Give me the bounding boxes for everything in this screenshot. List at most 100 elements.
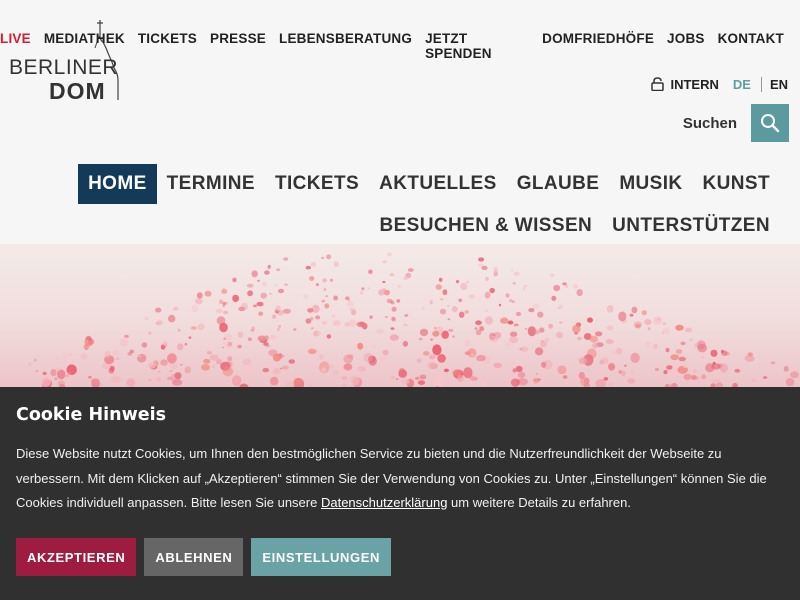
hero-petal: [305, 318, 312, 324]
hero-petal: [69, 353, 73, 356]
hero-petal: [349, 319, 357, 328]
mainnav-glaube[interactable]: GLAUBE: [507, 164, 610, 204]
mainnav-unterstuetzen[interactable]: UNTERSTÜTZEN: [602, 206, 780, 246]
hero-petal: [419, 374, 427, 380]
search-label[interactable]: Suchen: [683, 115, 737, 132]
hero-petal: [458, 311, 465, 318]
hero-petal: [190, 326, 197, 330]
hero-petal: [384, 316, 388, 318]
hero-petal: [169, 369, 173, 372]
hero-petal: [592, 343, 599, 349]
hero-petal: [382, 288, 386, 292]
hero-petal: [528, 308, 535, 313]
cookie-settings-button[interactable]: EINSTELLUNGEN: [251, 538, 391, 576]
hero-petal: [505, 293, 510, 298]
topnav-domfriedhoefe[interactable]: DOMFRIEDHÖFE: [542, 31, 654, 61]
hero-petal: [227, 341, 233, 347]
mainnav-termine[interactable]: TERMINE: [157, 164, 265, 204]
hero-petal: [346, 302, 354, 307]
hero-petal: [515, 365, 523, 373]
hero-petal: [167, 376, 173, 381]
hero-petal: [705, 363, 715, 373]
hero-petal: [156, 319, 164, 326]
mainnav-aktuelles[interactable]: AKTUELLES: [369, 164, 507, 204]
mainnav-kunst[interactable]: KUNST: [693, 164, 780, 204]
hero-petal: [359, 290, 364, 295]
hero-petal: [264, 270, 270, 275]
topnav-tickets[interactable]: TICKETS: [138, 31, 197, 61]
hero-petal: [621, 370, 626, 377]
hero-petal: [174, 372, 182, 380]
hero-petal: [439, 308, 447, 315]
hero-petal: [307, 308, 314, 313]
hero-petal: [635, 380, 642, 385]
mainnav-home[interactable]: HOME: [78, 164, 157, 204]
hero-petal: [519, 346, 529, 352]
hero-petal: [391, 316, 396, 321]
hero-petal: [111, 349, 120, 357]
hero-petal: [66, 364, 77, 375]
hero-petal: [460, 282, 468, 291]
topnav-jetzt-spenden[interactable]: JETZT SPENDEN: [425, 31, 529, 61]
hero-petal: [321, 367, 327, 373]
hero-petal: [156, 377, 162, 383]
hero-petal: [307, 348, 317, 355]
topnav-kontakt[interactable]: KONTAKT: [718, 31, 784, 61]
hero-petal: [675, 349, 683, 354]
hero-petal: [232, 294, 240, 303]
hero-petal: [484, 291, 491, 299]
hero-petal: [222, 366, 234, 377]
hero-petal: [432, 330, 440, 337]
hero-petal: [680, 341, 686, 346]
hero-petal: [361, 287, 365, 291]
hero-petal: [403, 276, 408, 281]
mainnav-musik[interactable]: MUSIK: [609, 164, 692, 204]
hero-petal: [231, 375, 242, 387]
hero-petal: [357, 342, 364, 350]
hero-petal: [160, 359, 168, 366]
hero-petal: [541, 361, 547, 368]
accept-cookies-button[interactable]: AKZEPTIEREN: [16, 538, 137, 576]
topnav-lebensberatung[interactable]: LEBENSBERATUNG: [279, 31, 412, 61]
topnav-mediathek[interactable]: MEDIATHEK: [44, 31, 125, 61]
hero-petal: [219, 299, 224, 304]
search-button[interactable]: [751, 104, 789, 142]
decline-cookies-button[interactable]: ABLEHNEN: [144, 538, 244, 576]
hero-petal: [322, 278, 327, 283]
hero-petal: [356, 321, 365, 328]
hero-petal: [310, 261, 317, 267]
hero-petal: [785, 378, 795, 387]
hero-petal: [269, 334, 277, 340]
hero-petal: [239, 372, 249, 378]
hero-petal: [88, 338, 95, 345]
topnav-live[interactable]: LIVE: [0, 31, 31, 61]
topnav-presse[interactable]: PRESSE: [210, 31, 266, 61]
privacy-policy-link[interactable]: Datenschutzerklärung: [321, 495, 447, 510]
hero-petal: [274, 284, 278, 287]
topnav-jobs[interactable]: JOBS: [667, 31, 705, 61]
hero-petal: [489, 335, 499, 343]
hero-petal: [577, 336, 582, 341]
language-en[interactable]: EN: [762, 77, 788, 92]
hero-petal: [272, 353, 281, 362]
hero-petal: [188, 336, 192, 339]
hero-petal: [403, 323, 408, 327]
language-de[interactable]: DE: [733, 76, 762, 92]
mainnav-besuchen-wissen[interactable]: BESUCHEN & WISSEN: [369, 206, 602, 246]
hero-petal: [316, 332, 322, 336]
hero-petal: [452, 335, 455, 338]
mainnav-tickets[interactable]: TICKETS: [265, 164, 369, 204]
hero-petal: [553, 284, 561, 292]
hero-petal: [490, 337, 494, 340]
hero-petal: [578, 371, 585, 380]
hero-petal: [697, 343, 707, 353]
search-area: Suchen: [683, 104, 789, 142]
hero-petal: [669, 369, 679, 378]
intern-link[interactable]: INTERN: [651, 77, 719, 92]
hero-petal: [221, 289, 228, 294]
hero-petal: [734, 368, 741, 373]
logo-text-dom: DOM: [49, 78, 106, 104]
hero-petal: [689, 338, 693, 342]
hero-petal: [126, 378, 136, 388]
hero-petal: [421, 306, 425, 310]
